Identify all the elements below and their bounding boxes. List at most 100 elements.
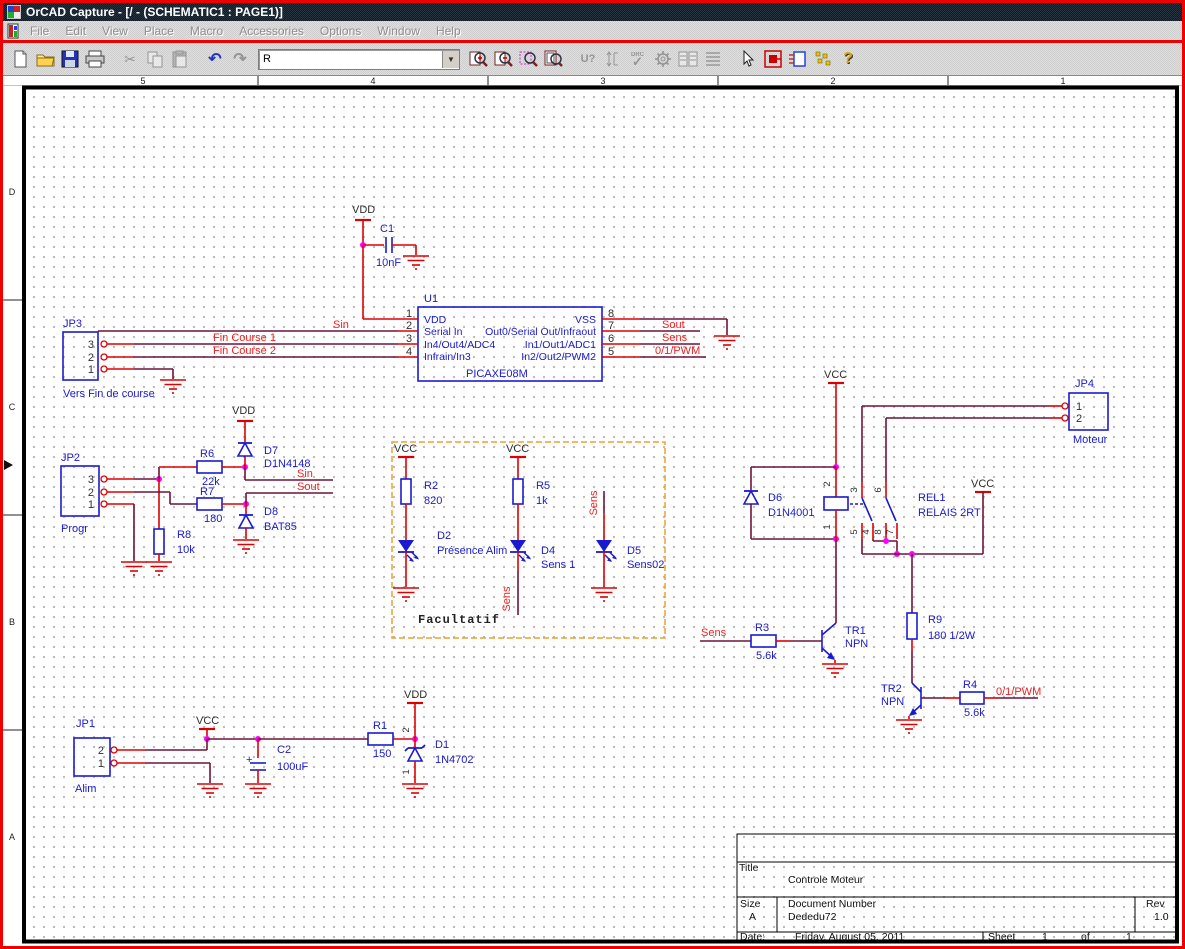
toolbar-separator <box>109 48 116 70</box>
rel1-contact-pin: 3 <box>849 487 860 492</box>
titleblock-sheet-label: Sheet <box>988 931 1016 943</box>
d5-ref: D5 <box>627 545 641 557</box>
ground-icon <box>895 719 923 734</box>
vdd-label: VDD <box>232 405 255 417</box>
back-annotate-icon[interactable] <box>602 48 624 70</box>
bom-icon[interactable] <box>702 48 724 70</box>
titleblock-sheet: 1 <box>1042 931 1048 943</box>
menu-help[interactable]: Help <box>429 23 468 39</box>
vdd-label: VDD <box>352 204 375 216</box>
titleblock-size: A <box>749 911 756 923</box>
ground-icon <box>232 539 260 554</box>
titleblock-rev-label: Rev <box>1146 898 1165 910</box>
rel1-contact-pin: 8 <box>873 529 884 534</box>
c2-ref: C2 <box>277 744 291 756</box>
redo-icon[interactable]: ↷ <box>229 48 251 70</box>
cut-icon[interactable]: ✂ <box>119 48 141 70</box>
d4-ref: D4 <box>541 545 555 557</box>
cross-reference-icon[interactable] <box>677 48 699 70</box>
menu-place[interactable]: Place <box>137 23 181 39</box>
edit-part-icon[interactable] <box>787 48 809 70</box>
help-icon[interactable]: ? <box>837 48 859 70</box>
jp2-caption: Progr <box>61 523 88 535</box>
left-ruler: D C B A <box>3 187 22 842</box>
schematic-workspace[interactable]: 5 4 3 2 1 D C B A Title Controle Moteur … <box>3 76 1182 946</box>
titleblock-docnum-label: Document Number <box>788 898 877 910</box>
annotate-icon[interactable]: U? <box>577 48 599 70</box>
net-label-sout: Sout <box>297 481 320 493</box>
r7-value: 180 <box>204 513 222 525</box>
undo-icon[interactable]: ↶ <box>204 48 226 70</box>
titleblock-title: Controle Moteur <box>788 874 864 886</box>
titleblock-date: Friday, August 05, 2011 <box>795 931 905 943</box>
tool-bar: ✂ ↶ ↷ R ▼ U? DRC ✓ ? <box>3 43 1182 76</box>
menu-view[interactable]: View <box>95 23 135 39</box>
led-d4 <box>509 539 532 563</box>
jp4-pin: 2 <box>1076 413 1082 425</box>
new-document-icon[interactable] <box>9 48 31 70</box>
rel1-contact-pin: 7 <box>885 529 896 534</box>
jp2-pin: 2 <box>88 487 94 499</box>
titleblock-docnum: Dededu72 <box>788 911 837 923</box>
power-input-cluster[interactable]: JP1 2 1 Alim VCC + C2 100uF R1 150 VDD 2… <box>73 689 474 798</box>
menu-accessories[interactable]: Accessories <box>232 23 311 39</box>
r9-ref: R9 <box>928 614 942 626</box>
menu-edit[interactable]: Edit <box>58 23 93 39</box>
capacitor-c1[interactable]: VDD C1 10nF <box>352 204 430 320</box>
optional-led-box[interactable]: Facultatif VCC R2 820 D2 Présence Alim V… <box>391 441 666 639</box>
vcc-label: VCC <box>394 443 417 455</box>
part-search-combobox[interactable]: R ▼ <box>258 48 460 70</box>
print-icon[interactable] <box>84 48 106 70</box>
u1-pin-name: Serial In <box>424 326 463 338</box>
zoom-area-icon[interactable] <box>517 48 539 70</box>
ic-u1-picaxe08m[interactable]: U1 PICAXE08M 1 2 3 4 VDD Serial In In4/O… <box>398 293 640 382</box>
jp3-pin: 1 <box>88 364 94 376</box>
transistor-tr1-cluster[interactable]: Sens R3 5.6k TR1 NPN <box>700 622 868 678</box>
r2-ref: R2 <box>424 480 438 492</box>
copy-icon[interactable] <box>144 48 166 70</box>
resistor-r3 <box>750 634 777 648</box>
ground-icon <box>120 561 148 576</box>
resistor-r9 <box>906 612 918 640</box>
transistor-tr2-cluster[interactable]: R9 180 1/2W TR2 NPN R4 5.6k 0/1/PWM <box>881 554 1041 734</box>
connector-jp2-cluster[interactable]: JP2 3 2 1 Progr R6 22k VDD D7 D1N4148 Si… <box>60 405 333 576</box>
menu-window[interactable]: Window <box>370 23 427 39</box>
net-label-sens: Sens <box>662 332 688 344</box>
rel1-contact-pin: 4 <box>861 529 872 534</box>
svg-text:3: 3 <box>600 76 605 86</box>
snap-to-grid-icon[interactable] <box>812 48 834 70</box>
place-part-icon[interactable] <box>762 48 784 70</box>
rel1-contact-pin: 6 <box>873 487 884 492</box>
connector-jp4[interactable]: JP4 1 2 Moteur <box>1061 378 1109 446</box>
schematic-canvas[interactable]: 5 4 3 2 1 D C B A Title Controle Moteur … <box>3 76 1182 946</box>
zoom-out-icon[interactable] <box>492 48 514 70</box>
save-icon[interactable] <box>59 48 81 70</box>
chevron-down-icon[interactable]: ▼ <box>442 50 459 68</box>
ground-icon <box>244 783 272 798</box>
c1-ref: C1 <box>380 223 394 235</box>
svg-text:D: D <box>9 187 16 197</box>
app-icon <box>7 5 21 19</box>
menu-macro[interactable]: Macro <box>183 23 230 39</box>
relay-cluster[interactable]: VCC D6 D1N4001 2 1 REL1 RELAIS 2RT 3 5 4… <box>743 369 1062 623</box>
drc-check-icon[interactable]: DRC ✓ <box>627 48 649 70</box>
menu-file[interactable]: File <box>23 23 56 39</box>
d2-ref: D2 <box>437 530 451 542</box>
r8-ref: R8 <box>177 529 191 541</box>
ground-icon <box>145 561 173 576</box>
zoom-in-icon[interactable] <box>467 48 489 70</box>
u1-pin-number: 3 <box>406 333 412 345</box>
resistor-r8 <box>153 528 165 555</box>
d2-value: Présence Alim <box>437 545 507 557</box>
jp1-caption: Alim <box>75 783 96 795</box>
zoom-all-icon[interactable] <box>542 48 564 70</box>
menu-options[interactable]: Options <box>313 23 368 39</box>
netlist-gear-icon[interactable] <box>652 48 674 70</box>
paste-icon[interactable] <box>169 48 191 70</box>
select-arrow-icon[interactable] <box>737 48 759 70</box>
vcc-label: VCC <box>971 478 994 490</box>
open-folder-icon[interactable] <box>34 48 56 70</box>
u1-ref: U1 <box>424 293 438 305</box>
u1-net-wires[interactable]: Sin Sout Sens 0/1/PWM <box>98 318 741 358</box>
resistor-r5 <box>512 478 524 505</box>
